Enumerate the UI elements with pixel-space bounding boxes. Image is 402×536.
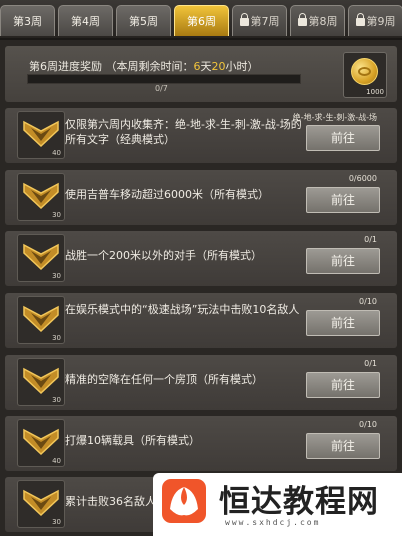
task-progress: 0/10 [359,420,377,429]
progress-count: 0/7 [155,84,168,93]
reward-amount: 1000 [366,88,384,96]
tab-label: 第7周 [250,15,280,28]
chevron-badge-icon [23,243,59,271]
progress-title-prefix: 第6周进度奖励 （本周剩余时间： [29,60,194,73]
task-points: 30 [52,272,61,280]
progress-title: 第6周进度奖励 （本周剩余时间：6天20小时） [29,58,259,74]
task-row: 30 精准的空降在任何一个房顶（所有模式） 0/1 前往 [5,355,397,410]
go-button[interactable]: 前往 [306,372,380,398]
tab-week-4[interactable]: 第4周 [58,5,113,36]
task-points: 30 [52,518,61,526]
tab-label: 第3周 [13,15,42,28]
task-progress: 0/1 [364,359,377,368]
task-emblem: 40 [17,111,65,159]
task-emblem: 30 [17,480,65,528]
reward-chest[interactable]: 1000 [343,52,387,98]
go-button[interactable]: 前往 [306,187,380,213]
remaining-hours: 20 [211,60,226,73]
tab-week-8[interactable]: 第8周 [290,5,345,36]
tab-week-7[interactable]: 第7周 [232,5,287,36]
task-description: 仅限第六周内收集齐：绝-地-求-生-刺-激-战-场的所有文字（经典模式） [65,118,302,146]
task-description: 战胜一个200米以外的对手（所有模式） [65,249,262,262]
watermark-logo-icon [162,479,206,523]
tab-label: 第6周 [187,15,216,28]
chevron-badge-icon [23,120,59,148]
progress-bar [27,74,301,84]
go-button[interactable]: 前往 [306,248,380,274]
task-points: 30 [52,396,61,404]
tab-week-6[interactable]: 第6周 [174,5,229,36]
task-description: 使用吉普车移动超过6000米（所有模式） [65,188,269,201]
task-row: 30 在娱乐模式中的“极速战场”玩法中击败10名敌人 0/10 前往 [5,293,397,348]
task-points: 30 [52,334,61,342]
remaining-days-unit: 天 [200,60,212,73]
task-emblem: 30 [17,296,65,344]
watermark: 恒达教程网 www.sxhdcj.com [153,473,402,536]
task-points: 40 [52,149,61,157]
watermark-url: www.sxhdcj.com [225,518,321,527]
go-button[interactable]: 前往 [306,125,380,151]
tab-label: 第5周 [129,15,158,28]
task-progress: 绝-地-求-生-刺-激-战-场 [292,113,377,122]
task-progress: 0/1 [364,235,377,244]
task-row: 30 使用吉普车移动超过6000米（所有模式） 0/6000 前往 [5,170,397,225]
tab-label: 第9周 [366,15,396,28]
task-row: 40 仅限第六周内收集齐：绝-地-求-生-刺-激-战-场的所有文字（经典模式） … [5,108,397,163]
task-progress: 0/10 [359,297,377,306]
task-description: 在娱乐模式中的“极速战场”玩法中击败10名敌人 [65,303,300,316]
task-row: 40 打爆10辆载具（所有模式） 0/10 前往 [5,416,397,471]
go-button[interactable]: 前往 [306,433,380,459]
remaining-hours-unit: 小时） [225,60,259,73]
task-emblem: 30 [17,234,65,282]
chevron-badge-icon [23,489,59,517]
tab-week-3[interactable]: 第3周 [0,5,55,36]
go-button[interactable]: 前往 [306,310,380,336]
task-description: 打爆10辆载具（所有模式） [65,434,200,447]
task-row: 30 战胜一个200米以外的对手（所有模式） 0/1 前往 [5,231,397,286]
lock-icon [355,13,365,26]
tab-week-9[interactable]: 第9周 [348,5,402,36]
weekly-progress-panel: 第6周进度奖励 （本周剩余时间：6天20小时） 0/7 1000 [5,46,397,102]
tab-week-5[interactable]: 第5周 [116,5,171,36]
chevron-badge-icon [23,182,59,210]
tab-label: 第8周 [308,15,338,28]
task-emblem: 30 [17,358,65,406]
chevron-badge-icon [23,428,59,456]
task-emblem: 30 [17,173,65,221]
task-emblem: 40 [17,419,65,467]
remaining-days: 6 [193,60,201,73]
task-points: 40 [52,457,61,465]
task-description: 精准的空降在任何一个房顶（所有模式） [65,373,263,386]
task-points: 30 [52,211,61,219]
chevron-badge-icon [23,367,59,395]
gold-coin-icon [351,58,378,85]
watermark-name: 恒达教程网 [219,484,379,520]
task-progress: 0/6000 [348,174,377,183]
lock-icon [297,13,307,26]
chevron-badge-icon [23,305,59,333]
lock-icon [239,13,249,26]
tab-label: 第4周 [71,15,100,28]
week-tabs: 第3周 第4周 第5周 第6周 第7周 第8周 第9周 [0,0,402,40]
